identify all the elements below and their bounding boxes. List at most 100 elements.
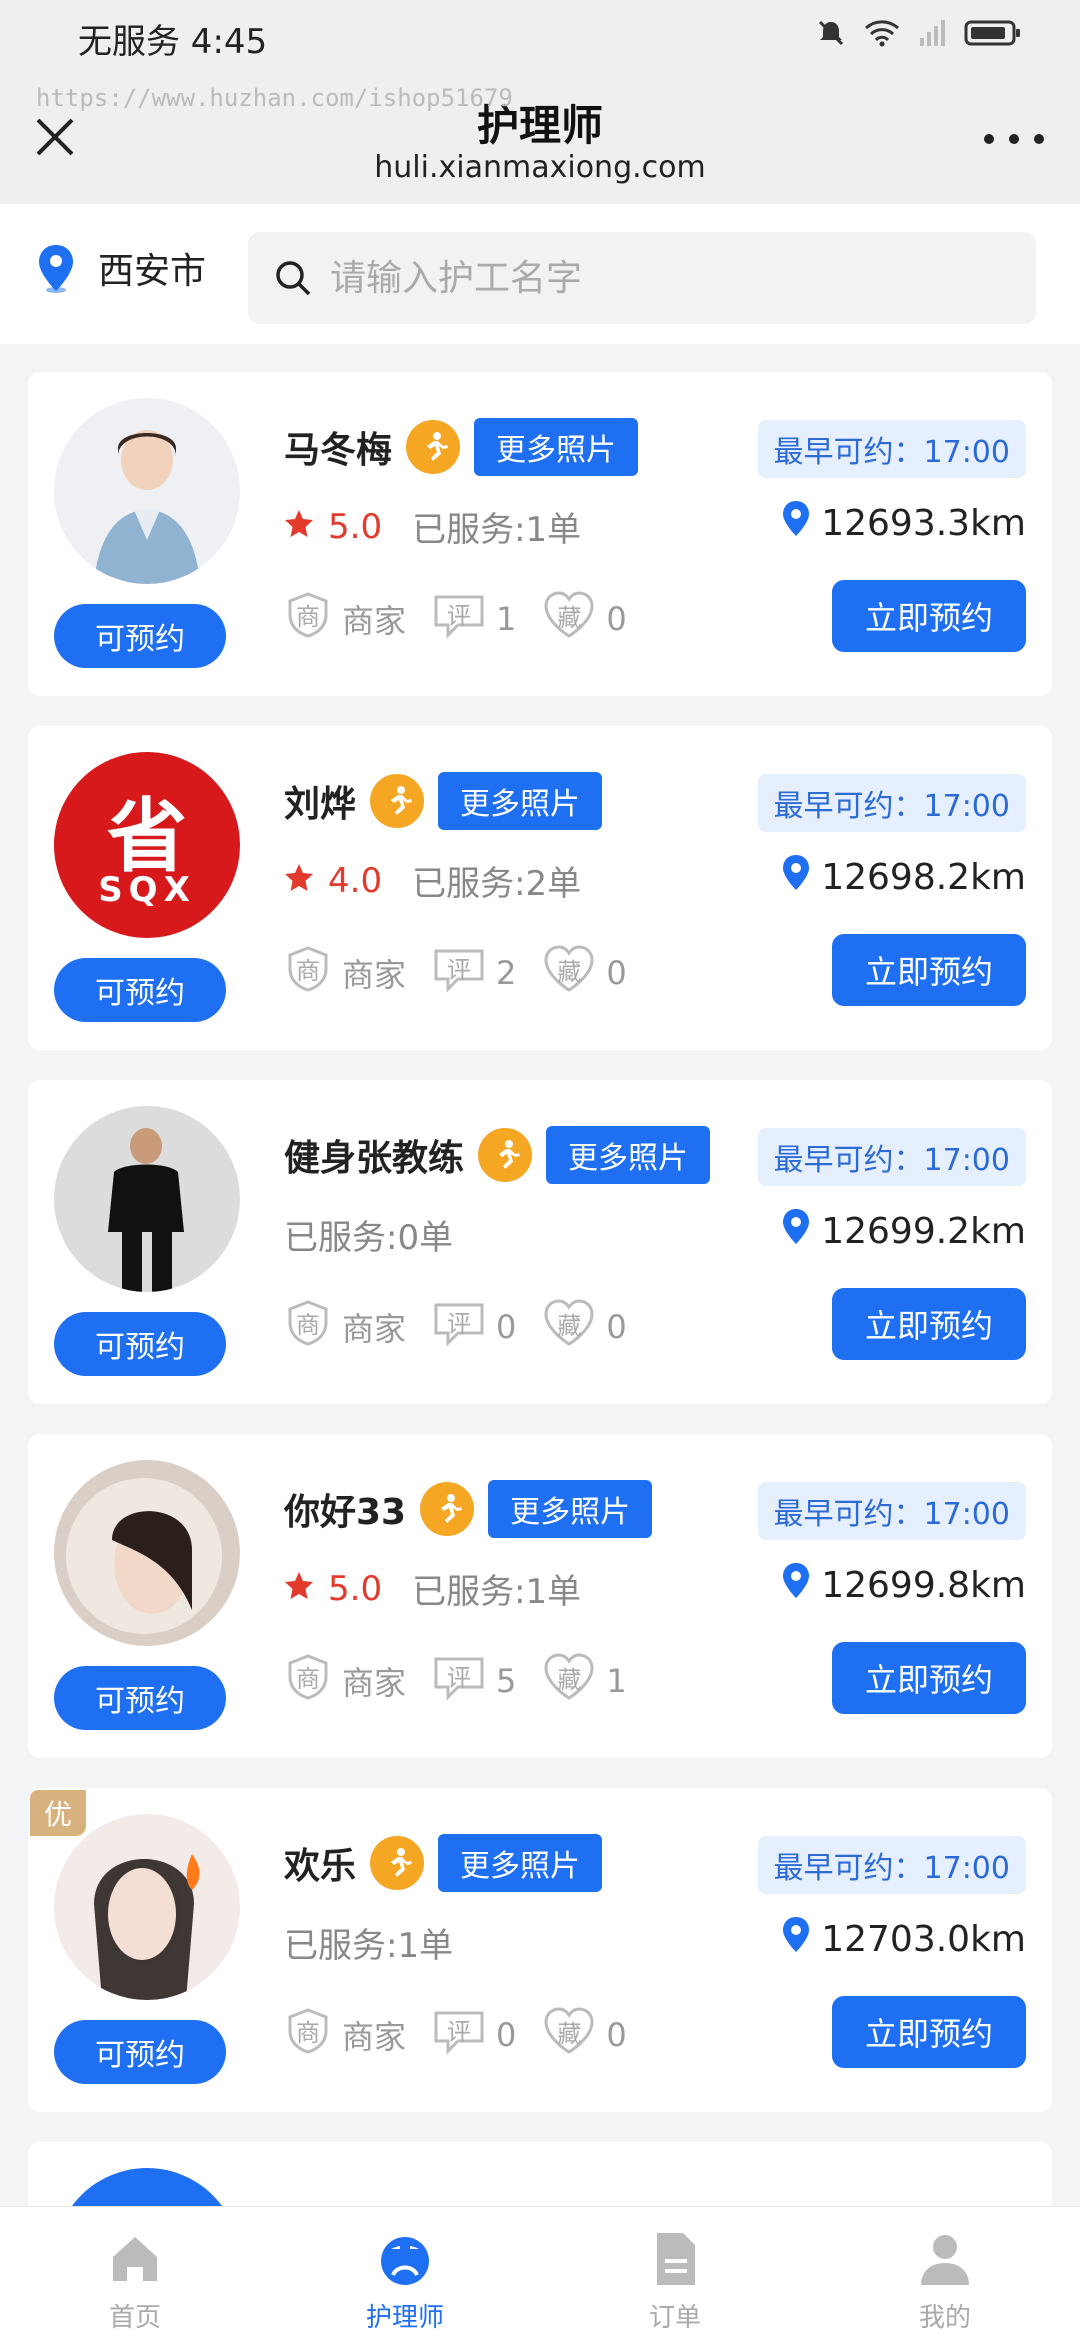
- running-icon: [427, 432, 449, 461]
- shield-icon-char: 商: [296, 1311, 320, 1339]
- favorite-heart-icon: 藏: [542, 1298, 596, 1356]
- avatar[interactable]: [54, 1106, 240, 1292]
- avatar[interactable]: 省 SQX: [54, 752, 240, 938]
- page-url: huli.xianmaxiong.com: [374, 150, 706, 185]
- search-input[interactable]: [330, 257, 930, 299]
- rating-row: 4.0 已服务:2单: [284, 856, 581, 905]
- earliest-time: 最早可约：17:00: [757, 774, 1026, 832]
- distance-value: 12698.2km: [821, 857, 1026, 898]
- served-count: 已服务:1单: [412, 510, 582, 550]
- earliest-time: 最早可约：17:00: [757, 1482, 1026, 1540]
- caregiver-card[interactable]: 省 SQX 可预约 刘烨 更多照片 4.0 已服务:2单商商家评 2 藏 0 最早可约：17:00 1…: [28, 726, 1052, 1050]
- available-button[interactable]: 可预约: [54, 604, 226, 668]
- review-icon: 评: [432, 591, 486, 647]
- mute-bell-icon: [818, 20, 844, 46]
- running-icon: [391, 1848, 413, 1877]
- nurse-icon: [381, 2237, 429, 2285]
- caregiver-card[interactable]: 可预约 马冬梅 更多照片 5.0 已服务:1单商商家评 1 藏 0 最早可约：17:00 1269…: [28, 372, 1052, 696]
- caregiver-card[interactable]: 可预约 你好33 更多照片 5.0 已服务:1单商商家评 5 藏 1 最早可约：17:00 126…: [28, 1434, 1052, 1758]
- more-photos-button[interactable]: 更多照片: [438, 1834, 603, 1892]
- search-box[interactable]: [248, 232, 1036, 324]
- served-count: 已服务:2单: [412, 864, 582, 904]
- more-photos-button[interactable]: 更多照片: [546, 1126, 711, 1184]
- shield-icon-char: 商: [296, 1665, 320, 1693]
- nav-profile[interactable]: 我的: [810, 2207, 1080, 2340]
- name-row: 刘烨 更多照片: [284, 772, 603, 830]
- caregiver-name: 欢乐: [284, 1846, 357, 1887]
- name-row: 马冬梅 更多照片: [284, 418, 639, 476]
- book-now-button[interactable]: 立即预约: [832, 1288, 1026, 1360]
- rating-row: 5.0 已服务:1单: [284, 502, 581, 551]
- review-count[interactable]: 评5: [432, 1653, 516, 1709]
- caregiver-name: 健身张教练: [284, 1138, 465, 1179]
- favorite-count[interactable]: 藏0: [542, 2006, 627, 2064]
- status-time: 无服务 4:45: [78, 22, 268, 62]
- location-pin-icon: [783, 501, 810, 536]
- profile-icon: [921, 2235, 969, 2285]
- name-row: 健身张教练 更多照片: [284, 1126, 711, 1184]
- available-button[interactable]: 可预约: [54, 1666, 226, 1730]
- available-button[interactable]: 可预约: [54, 958, 226, 1022]
- city-label: 西安市: [98, 251, 207, 292]
- rating-row: 5.0 已服务:1单: [284, 1564, 581, 1613]
- review-value: 1: [496, 600, 517, 638]
- running-icon: [441, 1494, 463, 1523]
- favorite-value: 0: [606, 1308, 627, 1346]
- favorite-value: 0: [606, 954, 627, 992]
- review-count[interactable]: 评2: [432, 945, 516, 1001]
- review-count[interactable]: 评0: [432, 1299, 516, 1355]
- favorite-count[interactable]: 藏0: [542, 944, 627, 1002]
- earliest-time: 最早可约：17:00: [757, 420, 1026, 478]
- more-photos-button[interactable]: 更多照片: [474, 418, 639, 476]
- book-now-button[interactable]: 立即预约: [832, 1996, 1026, 2068]
- favorite-icon-char: 藏: [557, 1666, 582, 1694]
- book-now-button[interactable]: 立即预约: [832, 1642, 1026, 1714]
- book-now-button[interactable]: 立即预约: [832, 580, 1026, 652]
- nav-label: 我的: [918, 2303, 971, 2333]
- more-photos-button[interactable]: 更多照片: [438, 772, 603, 830]
- favorite-value: 0: [606, 2016, 627, 2054]
- running-icon: [499, 1140, 521, 1169]
- status-icons: [816, 18, 1022, 48]
- meta-row: 商商家评 2 藏 0: [284, 944, 653, 1002]
- merchant-tag: 商商家: [284, 591, 406, 647]
- favorite-count[interactable]: 藏0: [542, 1298, 627, 1356]
- name-row: 你好33 更多照片: [284, 1480, 653, 1538]
- review-icon: 评: [432, 1653, 486, 1709]
- served-count: 已服务:1单: [284, 1926, 454, 1966]
- review-value: 0: [496, 1308, 517, 1346]
- favorite-icon-char: 藏: [557, 1312, 582, 1340]
- avatar[interactable]: [54, 398, 240, 584]
- caregiver-card[interactable]: 优可预约 欢乐 更多照片 已服务:1单商商家评 0 藏 0 最早可约：17:00 12703.0…: [28, 1788, 1052, 2112]
- more-button[interactable]: [984, 124, 1044, 154]
- available-button[interactable]: 可预约: [54, 1312, 226, 1376]
- review-count[interactable]: 评0: [432, 2007, 516, 2063]
- running-badge: [478, 1128, 533, 1182]
- shield-icon-char: 商: [296, 957, 320, 985]
- bottom-nav: 首页 护理师 订单 我的: [0, 2206, 1080, 2340]
- name-row: 欢乐 更多照片: [284, 1834, 603, 1892]
- status-bar: 无服务 4:45: [0, 0, 1080, 72]
- favorite-heart-icon: 藏: [542, 2006, 596, 2064]
- nav-orders[interactable]: 订单: [540, 2207, 810, 2340]
- more-photos-button[interactable]: 更多照片: [488, 1480, 653, 1538]
- book-now-button[interactable]: 立即预约: [832, 934, 1026, 1006]
- review-count[interactable]: 评1: [432, 591, 516, 647]
- earliest-time: 最早可约：17:00: [757, 1128, 1026, 1186]
- watermark: https://www.huzhan.com/ishop51679: [36, 84, 513, 112]
- served-count: 已服务:0单: [284, 1218, 454, 1258]
- review-value: 2: [496, 954, 517, 992]
- caregiver-card[interactable]: 可预约 健身张教练 更多照片 已服务:0单商商家评 0 藏 0 最早可约：17:00 12699…: [28, 1080, 1052, 1404]
- nav-nurse[interactable]: 护理师: [270, 2207, 540, 2340]
- running-badge: [370, 774, 425, 828]
- avatar[interactable]: [54, 1460, 240, 1646]
- favorite-count[interactable]: 藏1: [542, 1652, 627, 1710]
- nav-home[interactable]: 首页: [0, 2207, 270, 2340]
- avatar[interactable]: [54, 1814, 240, 2000]
- favorite-count[interactable]: 藏0: [542, 590, 627, 648]
- city-selector[interactable]: 西安市: [36, 242, 206, 294]
- merchant-label: 商家: [342, 1310, 407, 1348]
- distance-value: 12703.0km: [821, 1919, 1026, 1960]
- pin-wrap: [781, 500, 811, 547]
- available-button[interactable]: 可预约: [54, 2020, 226, 2084]
